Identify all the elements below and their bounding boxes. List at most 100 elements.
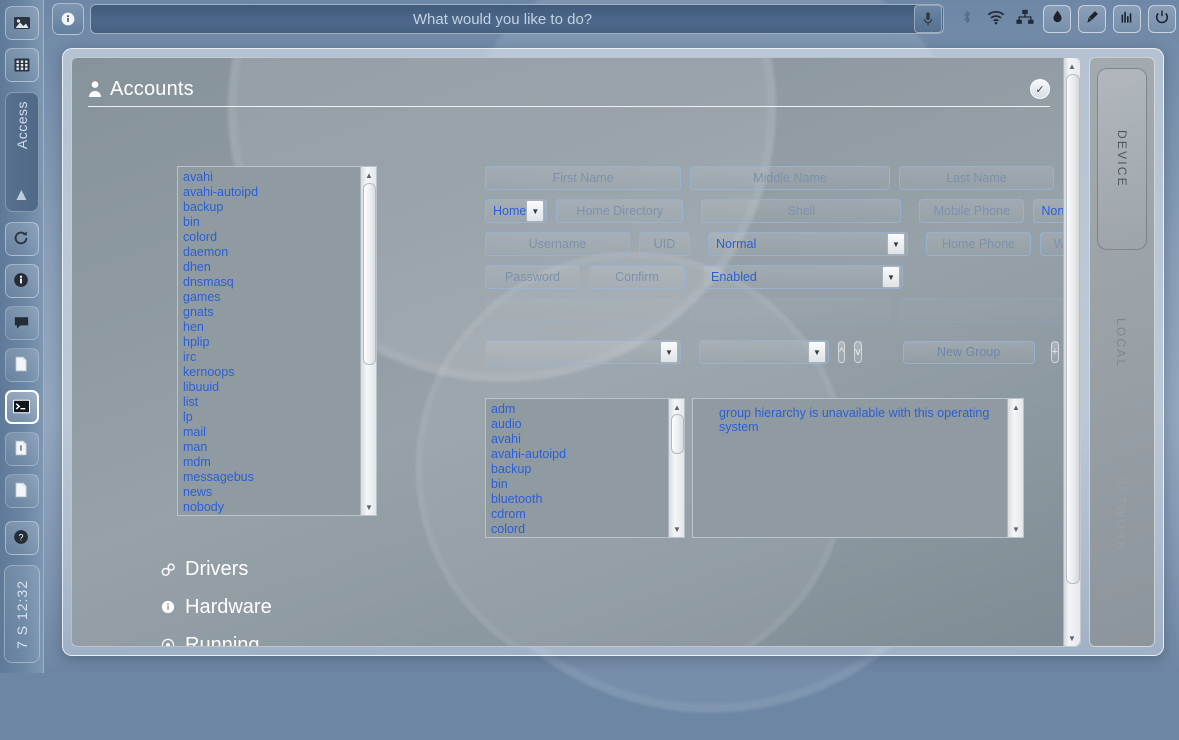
new-group-button[interactable]: New Group bbox=[903, 341, 1035, 364]
editor-button[interactable] bbox=[5, 432, 39, 466]
scroll-up-icon[interactable]: ▲ bbox=[669, 400, 685, 414]
move-down-button[interactable]: v bbox=[854, 341, 862, 363]
user-list-item[interactable]: dhen bbox=[183, 260, 360, 275]
user-list-item[interactable]: list bbox=[183, 395, 360, 410]
group-list-item[interactable]: bin bbox=[491, 477, 669, 492]
user-list-item[interactable]: hplip bbox=[183, 335, 360, 350]
network-icon-button[interactable] bbox=[1014, 8, 1036, 30]
uid-field[interactable]: UID bbox=[639, 232, 690, 256]
applications-grid-button[interactable] bbox=[5, 48, 39, 82]
section-hardware[interactable]: Hardware bbox=[160, 588, 280, 626]
user-list-item[interactable]: man bbox=[183, 440, 360, 455]
document-button[interactable] bbox=[5, 348, 39, 382]
panel-scroll-thumb[interactable] bbox=[1066, 74, 1080, 584]
scroll-down-icon[interactable]: ▼ bbox=[1064, 631, 1080, 645]
move-up-button[interactable]: ^ bbox=[838, 341, 845, 363]
user-list-item[interactable]: games bbox=[183, 290, 360, 305]
user-list-item[interactable]: hen bbox=[183, 320, 360, 335]
user-list-scrollbar[interactable]: ▲ ▼ bbox=[360, 167, 376, 515]
tools-button[interactable] bbox=[1078, 5, 1106, 33]
add-group-button[interactable]: + bbox=[1051, 341, 1059, 363]
first-name-field[interactable]: First Name bbox=[485, 166, 681, 190]
rail-tab-local[interactable]: LOCAL bbox=[1097, 268, 1145, 418]
user-list-item[interactable]: mdm bbox=[183, 455, 360, 470]
group-list-item[interactable]: avahi-autoipd bbox=[491, 447, 669, 462]
account-type-select[interactable]: Normal ▼ bbox=[708, 232, 908, 256]
user-list-item[interactable]: irc bbox=[183, 350, 360, 365]
user-list-item[interactable]: lp bbox=[183, 410, 360, 425]
user-list-item[interactable]: colord bbox=[183, 230, 360, 245]
group-list-item[interactable]: audio bbox=[491, 417, 669, 432]
chevron-down-icon[interactable]: ▼ bbox=[526, 200, 544, 222]
user-list[interactable]: avahiavahi-autoipdbackupbincolorddaemond… bbox=[177, 166, 377, 516]
user-list-item[interactable]: backup bbox=[183, 200, 360, 215]
scroll-down-icon[interactable]: ▼ bbox=[669, 522, 685, 536]
user-list-item[interactable]: avahi bbox=[183, 170, 360, 185]
command-search-bar[interactable]: What would you like to do? bbox=[90, 4, 944, 34]
middle-name-field[interactable]: Middle Name bbox=[690, 166, 890, 190]
chevron-down-icon[interactable]: ▼ bbox=[882, 266, 900, 288]
scroll-up-icon[interactable]: ▲ bbox=[361, 168, 377, 182]
password-field[interactable]: Password bbox=[485, 265, 580, 289]
refresh-button[interactable] bbox=[5, 222, 39, 256]
wifi-icon-button[interactable] bbox=[985, 8, 1007, 30]
mobile-phone-field[interactable]: Mobile Phone bbox=[919, 199, 1024, 223]
chevron-down-icon[interactable]: ▼ bbox=[660, 341, 678, 363]
hierarchy-scrollbar[interactable]: ▲ ▼ bbox=[1007, 399, 1023, 537]
confirm-field[interactable]: Confirm bbox=[589, 265, 685, 289]
user-list-item[interactable]: dnsmasq bbox=[183, 275, 360, 290]
pages-button[interactable] bbox=[5, 474, 39, 508]
section-running[interactable]: Running bbox=[160, 626, 280, 647]
group-list-scrollbar[interactable]: ▲ ▼ bbox=[668, 399, 684, 537]
panel-scrollbar[interactable]: ▲ ▼ bbox=[1063, 58, 1080, 646]
terminal-button[interactable] bbox=[5, 390, 39, 424]
bluetooth-icon-button[interactable] bbox=[956, 8, 978, 30]
group-list-scroll-thumb[interactable] bbox=[671, 414, 684, 454]
username-field[interactable]: Username bbox=[485, 232, 630, 256]
user-list-item[interactable]: messagebus bbox=[183, 470, 360, 485]
status-select[interactable]: Enabled ▼ bbox=[703, 265, 903, 289]
access-panel-tab[interactable]: Access ◀ bbox=[5, 92, 39, 212]
user-list-item[interactable]: bin bbox=[183, 215, 360, 230]
home-directory-field[interactable]: Home Directory bbox=[556, 199, 683, 223]
power-button[interactable] bbox=[1148, 5, 1176, 33]
confirm-button[interactable]: ✓ bbox=[1030, 79, 1050, 99]
group-list-item[interactable]: avahi bbox=[491, 432, 669, 447]
rail-tab-network[interactable]: NETWORK bbox=[1097, 438, 1145, 588]
info-button[interactable] bbox=[5, 264, 39, 298]
user-list-item[interactable]: mail bbox=[183, 425, 360, 440]
home-type-select[interactable]: Home ▼ bbox=[485, 199, 547, 223]
ink-button[interactable] bbox=[1043, 5, 1071, 33]
home-phone-field[interactable]: Home Phone bbox=[926, 232, 1031, 256]
user-list-item[interactable]: gnats bbox=[183, 305, 360, 320]
group-list-item[interactable]: colord bbox=[491, 522, 669, 537]
last-name-field[interactable]: Last Name bbox=[899, 166, 1054, 190]
dock-clock[interactable]: 7 S 12:32 bbox=[4, 565, 40, 663]
user-list-item[interactable]: news bbox=[183, 485, 360, 500]
user-list-item[interactable]: nobody bbox=[183, 500, 360, 515]
user-list-item[interactable]: avahi-autoipd bbox=[183, 185, 360, 200]
group-list-item[interactable]: cdrom bbox=[491, 507, 669, 522]
shell-field[interactable]: Shell bbox=[701, 199, 901, 223]
monitor-button[interactable] bbox=[1113, 5, 1141, 33]
messages-button[interactable] bbox=[5, 306, 39, 340]
member-select[interactable]: ▼ bbox=[699, 340, 829, 364]
user-list-scroll-thumb[interactable] bbox=[363, 183, 376, 365]
image-icon-button[interactable] bbox=[5, 6, 39, 40]
chevron-down-icon[interactable]: ▼ bbox=[808, 341, 826, 363]
group-hierarchy-box[interactable]: group hierarchy is unavailable with this… bbox=[692, 398, 1024, 538]
section-drivers[interactable]: Drivers bbox=[160, 550, 280, 588]
scroll-down-icon[interactable]: ▼ bbox=[1008, 522, 1024, 536]
user-list-item[interactable]: libuuid bbox=[183, 380, 360, 395]
rail-tab-device[interactable]: DEVICE bbox=[1097, 68, 1147, 250]
scroll-down-icon[interactable]: ▼ bbox=[361, 500, 377, 514]
scroll-up-icon[interactable]: ▲ bbox=[1064, 59, 1080, 73]
system-info-button[interactable] bbox=[52, 3, 84, 35]
group-list[interactable]: admaudioavahiavahi-autoipdbackupbinbluet… bbox=[485, 398, 685, 538]
group-list-item[interactable]: backup bbox=[491, 462, 669, 477]
group-list-item[interactable]: adm bbox=[491, 402, 669, 417]
chevron-down-icon[interactable]: ▼ bbox=[887, 233, 905, 255]
microphone-button[interactable] bbox=[914, 5, 942, 33]
scroll-up-icon[interactable]: ▲ bbox=[1008, 400, 1024, 414]
user-list-item[interactable]: daemon bbox=[183, 245, 360, 260]
